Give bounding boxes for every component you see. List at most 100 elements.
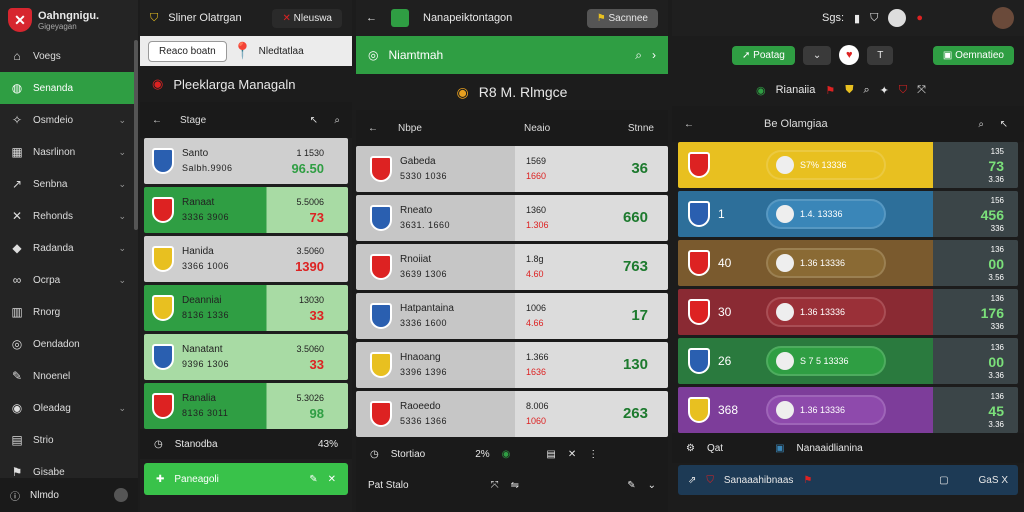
table-row[interactable]: 1 1.4. 13336 156 456 336 bbox=[678, 191, 1018, 237]
close-icon[interactable]: ✕ bbox=[328, 474, 336, 485]
row-mid-value: 1006 bbox=[526, 303, 547, 313]
back-arrow-icon[interactable]: ← bbox=[368, 123, 378, 134]
team-stats: 8136 1336 bbox=[182, 310, 230, 320]
chevron-down-icon[interactable]: ⌄ bbox=[118, 275, 126, 286]
sidebar-item-12[interactable]: ▤ Strio bbox=[0, 424, 138, 456]
sidebar-scrollbar[interactable] bbox=[134, 40, 138, 230]
stat-pill[interactable]: 1.36 13336 bbox=[766, 297, 886, 327]
table-row[interactable]: Ranaat 3336 3906 5.5006 73 bbox=[144, 187, 348, 233]
compare-icon[interactable]: ⇋ bbox=[511, 480, 519, 491]
chart-icon: ↗ bbox=[11, 177, 23, 191]
note-icon[interactable]: ▤ bbox=[546, 449, 555, 460]
chevron-down-icon[interactable]: ⌄ bbox=[648, 480, 656, 491]
table-row[interactable]: Raoeedo 5336 1366 8.006 1060 263 bbox=[356, 391, 668, 437]
sparkle-icon[interactable]: ✦ bbox=[880, 84, 889, 97]
row-mid-value: 1.8g bbox=[526, 254, 544, 264]
table-row[interactable]: Rneato 3631. 1660 1360 1.306 660 bbox=[356, 195, 668, 241]
search-chip[interactable]: ✕ Nleuswa bbox=[272, 8, 342, 28]
chevron-down-icon[interactable]: ⌄ bbox=[118, 243, 126, 254]
stat-pill[interactable]: S7% 13336 bbox=[766, 150, 886, 180]
table-row[interactable]: 26 S 7 5 13336 136 00 3.36 bbox=[678, 338, 1018, 384]
sidebar-item-4[interactable]: ↗ Senbna ⌄ bbox=[0, 168, 138, 200]
chevron-down-icon[interactable]: ⌄ bbox=[118, 179, 126, 190]
edit-icon[interactable]: ✎ bbox=[309, 474, 317, 485]
table-row[interactable]: S7% 13336 135 73 3.36 bbox=[678, 142, 1018, 188]
sidebar-item-1[interactable]: ◍ Senanda bbox=[0, 72, 138, 104]
table-row[interactable]: 40 1.36 13336 136 00 3.56 bbox=[678, 240, 1018, 286]
chat-icon[interactable]: ▢ bbox=[939, 475, 948, 486]
stat-pill[interactable]: 1.4. 13336 bbox=[766, 199, 886, 229]
share-icon[interactable]: ⇗ bbox=[688, 475, 696, 486]
table-row[interactable]: Gabeda 5330 1036 1569 1660 36 bbox=[356, 146, 668, 192]
diamond-icon: ◆ bbox=[12, 241, 22, 255]
team-crest bbox=[370, 254, 392, 280]
search-icon[interactable]: ⌕ bbox=[863, 84, 869, 97]
stat-pill[interactable]: S 7 5 13336 bbox=[766, 346, 886, 376]
pin-icon[interactable]: 📍 bbox=[233, 41, 253, 61]
chevron-right-icon[interactable]: › bbox=[652, 48, 656, 62]
post-button[interactable]: ➚ Poatag bbox=[732, 45, 795, 65]
panel1-action-bar[interactable]: ✚ Paneagoli ✎ ✕ bbox=[144, 463, 348, 495]
badge-icon[interactable]: ⛉ bbox=[899, 84, 907, 97]
panel2-top-button[interactable]: ⚑ Sacnnee bbox=[586, 8, 658, 28]
table-row[interactable]: 30 1.36 13336 136 176 336 bbox=[678, 289, 1018, 335]
search-icon[interactable]: ⌕ bbox=[978, 119, 984, 130]
table-row[interactable]: Hatpantaina 3336 1600 1006 4.66 17 bbox=[356, 293, 668, 339]
chevron-down-icon[interactable]: ⌄ bbox=[118, 211, 126, 222]
flag-icon[interactable]: ⚑ bbox=[825, 84, 835, 97]
gear-icon[interactable]: ⚙ bbox=[686, 443, 695, 454]
sidebar-item-10[interactable]: ✎ Nnoenel bbox=[0, 360, 138, 392]
sidebar-item-label: Rnorg bbox=[33, 306, 61, 318]
sidebar-item-7[interactable]: ∞ Ocrpa ⌄ bbox=[0, 264, 138, 296]
sort-icon[interactable]: ↖ bbox=[1000, 119, 1008, 130]
comment-button[interactable]: ▣ Oemnatieo bbox=[932, 45, 1014, 65]
sidebar-item-8[interactable]: ▥ Rnorg bbox=[0, 296, 138, 328]
expand-icon[interactable]: ⤧ bbox=[917, 84, 926, 97]
table-row[interactable]: Nanatant 9396 1306 3.5060 33 bbox=[144, 334, 348, 380]
stat-pill[interactable]: 1.36 13336 bbox=[766, 395, 886, 425]
crest-icon[interactable]: ⛊ bbox=[845, 84, 853, 97]
close-icon[interactable]: ✕ bbox=[568, 449, 576, 460]
tab-reaco[interactable]: Reaco boatn bbox=[148, 40, 227, 62]
chevron-down-icon[interactable]: ⌄ bbox=[118, 403, 126, 414]
more-icon[interactable]: ⋮ bbox=[588, 449, 598, 460]
zoom-icon[interactable]: ⌕ bbox=[635, 48, 642, 63]
table-row[interactable]: Hanida 3366 1006 3.5060 1390 bbox=[144, 236, 348, 282]
table-row[interactable]: Rnoiiat 3639 1306 1.8g 4.60 763 bbox=[356, 244, 668, 290]
panel3-bottom-bar[interactable]: ⇗ ⛉ Sanaaahibnaas ⚑ ▢ GaS X bbox=[678, 465, 1018, 495]
sidebar-item-6[interactable]: ◆ Radanda ⌄ bbox=[0, 232, 138, 264]
table-row[interactable]: 368 1.36 13336 136 45 3.36 bbox=[678, 387, 1018, 433]
chevron-down-icon[interactable]: ⌄ bbox=[118, 115, 126, 126]
sidebar-item-5[interactable]: ✕ Rehonds ⌄ bbox=[0, 200, 138, 232]
search-icon[interactable]: ⌕ bbox=[334, 115, 340, 126]
sidebar-item-3[interactable]: ▦ Nasrlinon ⌄ bbox=[0, 136, 138, 168]
sidebar-item-9[interactable]: ◎ Oendadon bbox=[0, 328, 138, 360]
stat-pill[interactable]: 1.36 13336 bbox=[766, 248, 886, 278]
edit-icon[interactable]: ✎ bbox=[627, 480, 635, 491]
live-icon[interactable]: ◉ bbox=[502, 449, 511, 460]
table-row[interactable]: Deanniai 8136 1336 13030 33 bbox=[144, 285, 348, 331]
table-row[interactable]: Santo Salbh.9906 1 1530 96.50 bbox=[144, 138, 348, 184]
image-icon[interactable]: ▣ bbox=[775, 443, 784, 454]
profile-avatar[interactable] bbox=[992, 7, 1014, 29]
chevron-down-icon[interactable]: ⌄ bbox=[118, 147, 126, 158]
back-arrow-icon[interactable]: ← bbox=[684, 119, 694, 130]
table-row[interactable]: Hnaoang 3396 1396 1.366 1636 130 bbox=[356, 342, 668, 388]
panel3-toolbar: ➚ Poatag ⌄ ♥ T ▣ Oemnatieo bbox=[672, 36, 1024, 74]
table-row[interactable]: Ranalia 8136 3011 5.3026 98 bbox=[144, 383, 348, 429]
dropdown-button[interactable]: ⌄ bbox=[802, 45, 832, 65]
text-tool-button[interactable]: T bbox=[867, 45, 894, 65]
back-arrow-icon[interactable]: ← bbox=[366, 12, 377, 24]
sidebar-item-11[interactable]: ◉ Oleadag ⌄ bbox=[0, 392, 138, 424]
sidebar-item-0[interactable]: ⌂ Voegs bbox=[0, 40, 138, 72]
sidebar-item-2[interactable]: ✧ Osmdeio ⌄ bbox=[0, 104, 138, 136]
tab-nledt[interactable]: Nledtatlaa bbox=[259, 46, 304, 57]
heart-icon[interactable]: ♥ bbox=[839, 45, 860, 65]
notification-icon[interactable]: ● bbox=[916, 12, 923, 24]
sort-icon[interactable]: ↖ bbox=[310, 115, 318, 126]
back-arrow-icon[interactable]: ← bbox=[152, 115, 162, 126]
sidebar-footer[interactable]: ⓘ Nlmdo bbox=[0, 478, 138, 512]
expand-icon[interactable]: ⤧ bbox=[491, 480, 499, 491]
settings-icon[interactable] bbox=[114, 488, 128, 502]
avatar[interactable] bbox=[888, 9, 907, 27]
